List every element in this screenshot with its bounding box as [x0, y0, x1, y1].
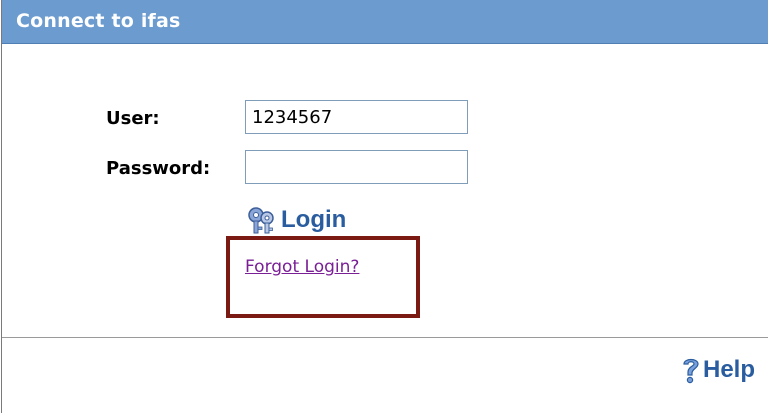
password-label: Password: — [106, 158, 211, 179]
keys-icon — [245, 205, 279, 235]
login-form: User: Password: Login Forgot Login? — [2, 44, 768, 338]
help-button[interactable]: Help — [681, 356, 755, 384]
user-label: User: — [106, 108, 160, 129]
user-input[interactable] — [245, 100, 468, 134]
footer: Help — [2, 338, 768, 413]
login-button[interactable]: Login — [245, 204, 346, 236]
forgot-login-link[interactable]: Forgot Login? — [245, 257, 359, 277]
dialog-title: Connect to ifas — [16, 10, 181, 32]
help-label: Help — [702, 356, 755, 383]
connect-dialog: Connect to ifas User: Password: Login — [1, 0, 768, 413]
forgot-login-highlight-box — [226, 236, 420, 318]
title-bar: Connect to ifas — [2, 0, 768, 44]
login-label: Login — [281, 206, 347, 233]
question-mark-icon — [681, 356, 701, 384]
password-input[interactable] — [245, 150, 468, 184]
